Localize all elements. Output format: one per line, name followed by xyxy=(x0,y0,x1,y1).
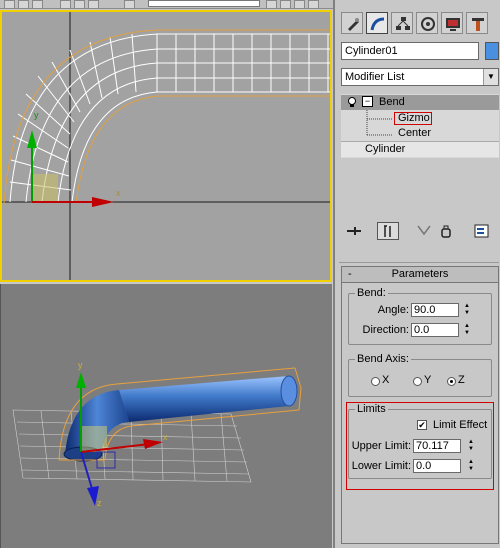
x-axis-label: x xyxy=(163,432,168,442)
direction-spinner[interactable]: ▲ ▼ xyxy=(463,323,471,337)
z-axis-label: z xyxy=(97,498,102,508)
display-icon xyxy=(446,18,460,31)
top-viewport-canvas xyxy=(2,12,330,280)
perspective-viewport-canvas xyxy=(12,367,302,506)
hierarchy-tab[interactable] xyxy=(391,12,413,34)
create-tab[interactable] xyxy=(341,12,363,34)
axis-x-label: X xyxy=(382,374,390,386)
angle-spinner[interactable]: ▲ ▼ xyxy=(463,303,471,317)
perspective-viewport[interactable]: y x z xyxy=(0,284,332,548)
toolbar-button[interactable] xyxy=(294,0,305,9)
toolbar-button[interactable] xyxy=(18,0,29,9)
remove-modifier-button[interactable] xyxy=(437,222,455,240)
command-panel-tabs xyxy=(339,12,499,38)
limits-highlight-box xyxy=(346,402,494,490)
modifier-list-dropdown[interactable]: Modifier List ▼ xyxy=(341,68,499,86)
stack-item-cylinder[interactable]: Cylinder xyxy=(341,141,499,157)
create-icon xyxy=(348,18,359,31)
top-viewport[interactable]: y x xyxy=(0,10,332,282)
collapse-toggle-icon[interactable]: − xyxy=(362,96,373,107)
stack-item-center[interactable]: Center xyxy=(398,127,431,139)
axis-y-radio[interactable] xyxy=(413,377,422,386)
axis-y-label: Y xyxy=(424,374,432,386)
stack-item-gizmo[interactable]: Gizmo xyxy=(398,112,430,124)
toolbar-button[interactable] xyxy=(32,0,43,9)
toolbar-button[interactable] xyxy=(308,0,319,9)
axis-x-radio[interactable] xyxy=(371,377,380,386)
pin-stack-button[interactable] xyxy=(345,222,365,240)
show-end-result-button[interactable] xyxy=(377,222,399,240)
axis-z-radio[interactable] xyxy=(447,377,456,386)
y-axis-arrow xyxy=(76,372,86,388)
bend-axis-group: Bend Axis: X Y Z xyxy=(348,353,492,397)
y-axis-label: y xyxy=(78,360,83,370)
divider xyxy=(339,262,499,263)
lightbulb-icon[interactable] xyxy=(347,97,357,108)
toolbar-button[interactable] xyxy=(60,0,71,9)
stack-tree-lines xyxy=(366,110,393,136)
direction-label: Direction: xyxy=(362,324,409,336)
toolbar-button[interactable] xyxy=(280,0,291,9)
modify-icon xyxy=(370,17,385,31)
stack-cylinder-label: Cylinder xyxy=(365,143,406,155)
main-toolbar xyxy=(0,0,336,9)
bent-cylinder-wireframe xyxy=(9,33,330,203)
remove-modifier-icon xyxy=(441,225,451,238)
hierarchy-icon xyxy=(396,17,410,30)
utilities-tab[interactable] xyxy=(466,12,488,34)
bend-group-title: Bend: xyxy=(355,287,388,299)
x-axis-label: x xyxy=(116,188,121,198)
toolbar-button[interactable] xyxy=(88,0,99,9)
tube-straight-section xyxy=(119,376,295,422)
y-axis-arrow xyxy=(27,130,37,148)
toolbar-button[interactable] xyxy=(74,0,85,9)
bend-axis-group-title: Bend Axis: xyxy=(355,353,411,365)
axis-z-label: Z xyxy=(458,374,465,386)
y-axis-label: y xyxy=(34,110,39,120)
modifier-list-label: Modifier List xyxy=(345,71,405,83)
angle-input[interactable]: 90.0 xyxy=(411,303,459,317)
show-end-result-icon xyxy=(384,225,391,237)
x-axis-arrow xyxy=(143,439,163,449)
direction-input[interactable]: 0.0 xyxy=(411,323,459,337)
toolbar-button[interactable] xyxy=(4,0,15,9)
x-axis-arrow xyxy=(92,197,114,207)
bend-group: Bend: Angle: 90.0 ▲ ▼ Direction: 0.0 ▲ ▼ xyxy=(348,287,492,345)
motion-tab[interactable] xyxy=(416,12,438,34)
utilities-icon xyxy=(472,18,484,31)
angle-label: Angle: xyxy=(377,304,409,316)
modify-tab[interactable] xyxy=(366,12,388,34)
pin-icon xyxy=(347,227,361,235)
motion-icon xyxy=(421,17,435,31)
transform-plane-handle xyxy=(32,174,58,202)
object-color-swatch[interactable] xyxy=(485,42,499,60)
configure-modifier-sets-button[interactable] xyxy=(473,222,491,240)
toolbar-button[interactable] xyxy=(124,0,135,9)
parameters-rollout-header[interactable]: - Parameters xyxy=(342,267,498,283)
make-unique-icon xyxy=(417,225,431,236)
parameters-title: Parameters xyxy=(391,268,449,280)
object-name-field[interactable]: Cylinder01 xyxy=(341,42,479,60)
modifier-stack: − Bend Gizmo Center Cylinder xyxy=(341,94,499,158)
configure-sets-icon xyxy=(474,224,489,238)
rollout-collapse-glyph: - xyxy=(348,268,352,280)
selection-set-field[interactable] xyxy=(148,0,260,7)
toolbar-button[interactable] xyxy=(266,0,277,9)
display-tab[interactable] xyxy=(441,12,463,34)
stack-item-bend[interactable]: − Bend xyxy=(341,95,499,110)
stack-bend-label: Bend xyxy=(379,96,405,108)
make-unique-button[interactable] xyxy=(415,222,433,240)
chevron-down-icon[interactable]: ▼ xyxy=(483,69,498,85)
